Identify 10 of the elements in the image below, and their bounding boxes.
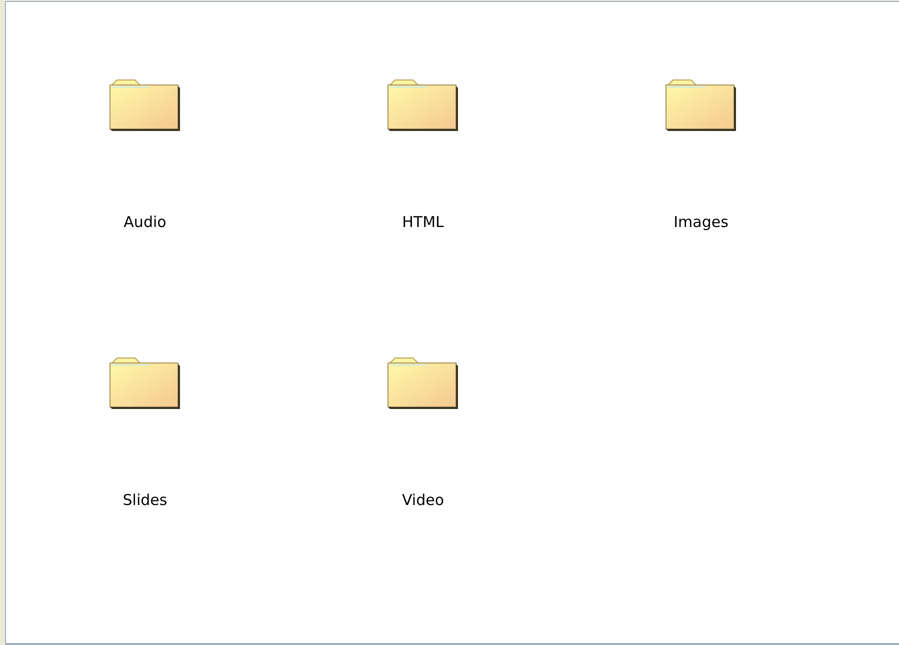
folder-name[interactable]: Video	[402, 491, 444, 509]
folder-name[interactable]: Slides	[122, 491, 168, 509]
folder-icon[interactable]	[109, 79, 181, 133]
folder-icon[interactable]	[387, 357, 459, 411]
folder-name[interactable]: HTML	[402, 213, 444, 231]
folder-name[interactable]: Images	[674, 213, 728, 231]
folder-icon[interactable]	[109, 357, 181, 411]
folder-name[interactable]: Audio	[124, 213, 166, 231]
folder-icon[interactable]	[665, 79, 737, 133]
folder-icon[interactable]	[387, 79, 459, 133]
